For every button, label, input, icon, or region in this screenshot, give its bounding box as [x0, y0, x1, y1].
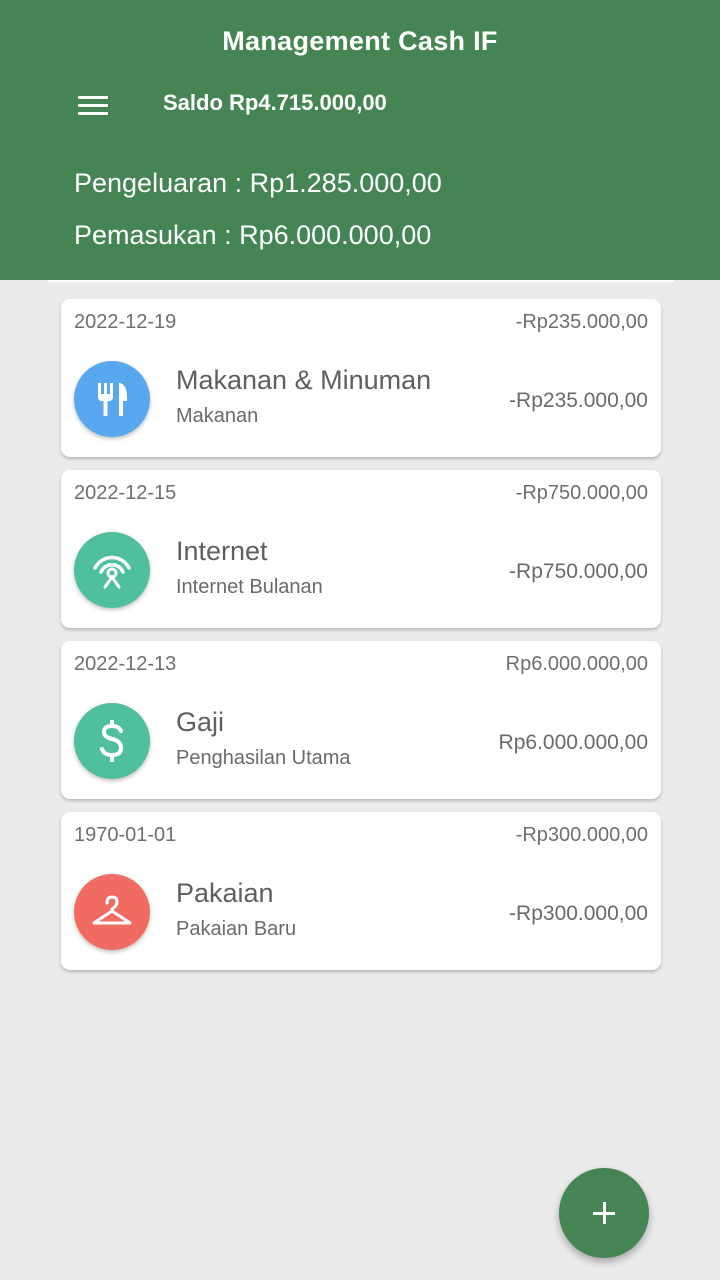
transaction-card[interactable]: 2022-12-15 -Rp750.000,00 Internet Intern…	[61, 470, 661, 628]
transaction-date: 2022-12-13	[74, 653, 177, 675]
transaction-category: Pakaian	[176, 878, 274, 908]
transaction-note: Internet Bulanan	[176, 576, 323, 598]
transaction-amount: -Rp300.000,00	[509, 902, 648, 925]
expense-total: Pengeluaran : Rp1.285.000,00	[74, 168, 442, 198]
transaction-date: 2022-12-15	[74, 482, 177, 504]
transaction-card[interactable]: 2022-12-19 -Rp235.000,00 Makanan & Minum…	[61, 299, 661, 457]
balance-text: Saldo Rp4.715.000,00	[163, 90, 387, 115]
transaction-amount: -Rp750.000,00	[509, 560, 648, 583]
income-total: Pemasukan : Rp6.000.000,00	[74, 220, 432, 250]
app-title: Management Cash IF	[222, 26, 498, 56]
hanger-icon	[74, 874, 150, 950]
transaction-card[interactable]: 1970-01-01 -Rp300.000,00 Pakaian Pakaian…	[61, 812, 661, 970]
transaction-amount: -Rp235.000,00	[509, 389, 648, 412]
transaction-note: Pakaian Baru	[176, 918, 297, 940]
transaction-list: 2022-12-19 -Rp235.000,00 Makanan & Minum…	[61, 299, 661, 983]
app-header: Management Cash IF Saldo Rp4.715.000,00 …	[0, 0, 720, 280]
transaction-date: 1970-01-01	[74, 824, 177, 846]
transaction-top-amount: -Rp235.000,00	[515, 311, 648, 333]
transaction-top-amount: -Rp300.000,00	[515, 824, 648, 846]
restaurant-icon	[74, 361, 150, 437]
transaction-date: 2022-12-19	[74, 311, 177, 333]
dollar-icon	[74, 703, 150, 779]
transaction-amount: Rp6.000.000,00	[498, 731, 648, 754]
transaction-note: Makanan	[176, 405, 259, 427]
menu-button[interactable]	[70, 86, 116, 126]
transaction-card[interactable]: 2022-12-13 Rp6.000.000,00 Gaji Penghasil…	[61, 641, 661, 799]
transaction-category: Internet	[176, 536, 268, 566]
transaction-note: Penghasilan Utama	[176, 747, 351, 769]
transaction-top-amount: Rp6.000.000,00	[505, 653, 648, 675]
header-divider	[48, 280, 674, 282]
add-transaction-button[interactable]	[559, 1168, 649, 1258]
wifi-antenna-icon	[74, 532, 150, 608]
transaction-category: Makanan & Minuman	[176, 365, 432, 395]
transaction-category: Gaji	[176, 707, 225, 737]
transaction-top-amount: -Rp750.000,00	[515, 482, 648, 504]
